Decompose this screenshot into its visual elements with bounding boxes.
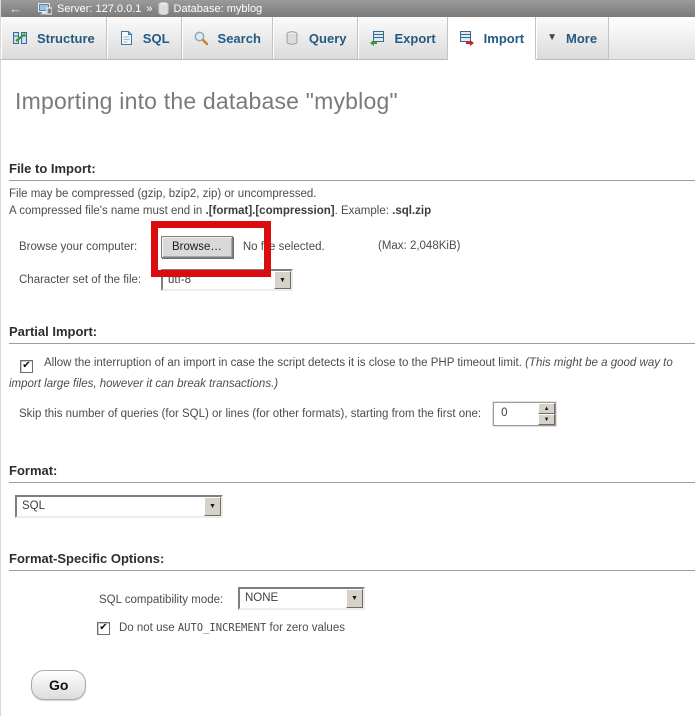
interrupt-label: Allow the interruption of an import in c…	[44, 357, 522, 369]
sql-compatibility-row: SQL compatibility mode: NONE ▼	[99, 587, 365, 610]
section-title-format: Format:	[9, 463, 695, 483]
charset-label: Character set of the file:	[19, 274, 161, 286]
chevron-down-icon: ▼	[547, 33, 557, 43]
section-title-format-specific-options: Format-Specific Options:	[9, 551, 695, 571]
breadcrumb-database-label: Database: myblog	[174, 3, 263, 15]
tab-search[interactable]: Search	[182, 17, 273, 60]
interrupt-checkbox[interactable]: ✔	[20, 360, 33, 373]
tab-label: Import	[484, 31, 524, 46]
tab-import[interactable]: Import	[448, 17, 536, 60]
query-icon	[284, 30, 300, 46]
phpmyadmin-import-page: ← Server: 127.0.0.1 » Database: myblog S…	[0, 0, 695, 716]
format-select[interactable]: SQL ▼	[15, 495, 223, 518]
skip-queries-row: Skip this number of queries (for SQL) or…	[19, 402, 556, 426]
structure-icon	[12, 30, 28, 46]
browse-label: Browse your computer:	[19, 241, 161, 253]
help-line2-mid: . Example:	[335, 205, 393, 217]
tab-export[interactable]: Export	[358, 17, 447, 60]
tab-label: Structure	[37, 31, 95, 46]
breadcrumb-database[interactable]: Database: myblog	[158, 2, 263, 15]
tab-sql[interactable]: SQL	[107, 17, 182, 60]
no-file-selected-text: No file selected.	[243, 241, 325, 253]
breadcrumb: ← Server: 127.0.0.1 » Database: myblog	[1, 0, 695, 17]
compat-selected-value: NONE	[240, 589, 278, 608]
skip-value: 0	[494, 403, 538, 425]
breadcrumb-separator: »	[146, 3, 152, 15]
search-icon	[193, 30, 209, 46]
server-icon	[38, 2, 52, 15]
tab-query[interactable]: Query	[273, 17, 359, 60]
browse-button[interactable]: Browse…	[161, 236, 233, 258]
auto-increment-label: Do not use AUTO_INCREMENT for zero value…	[119, 622, 345, 634]
tab-more[interactable]: ▼ More	[536, 17, 609, 60]
charset-select[interactable]: utf-8 ▼	[161, 269, 293, 291]
tab-label: SQL	[143, 31, 170, 46]
spinner-buttons: ▲ ▼	[538, 403, 555, 425]
compat-label: SQL compatibility mode:	[99, 591, 238, 606]
auto-increment-label-suffix: for zero values	[266, 622, 345, 634]
format-selected-value: SQL	[17, 497, 45, 516]
database-icon	[158, 2, 169, 15]
file-import-help-text: File may be compressed (gzip, bzip2, zip…	[9, 186, 431, 220]
section-title-partial-import: Partial Import:	[9, 324, 695, 344]
help-line1: File may be compressed (gzip, bzip2, zip…	[9, 188, 316, 200]
auto-increment-code: AUTO_INCREMENT	[178, 622, 267, 634]
page-title: Importing into the database "myblog"	[15, 88, 398, 115]
tab-label: Export	[394, 31, 435, 46]
select-arrow-icon[interactable]: ▼	[274, 271, 291, 289]
tab-structure[interactable]: Structure	[1, 17, 107, 60]
auto-increment-checkbox[interactable]: ✔	[97, 622, 110, 635]
tab-label: Query	[309, 31, 347, 46]
interrupt-option: ✔ Allow the interruption of an import in …	[9, 353, 685, 395]
auto-increment-label-prefix: Do not use	[119, 622, 178, 634]
export-icon	[369, 30, 385, 46]
help-line2-prefix: A compressed file's name must end in	[9, 205, 206, 217]
max-size-note: (Max: 2,048KiB)	[378, 240, 460, 252]
breadcrumb-server[interactable]: Server: 127.0.0.1	[38, 2, 141, 15]
charset-selected-value: utf-8	[163, 271, 191, 289]
help-format-pattern: .[format].[compression]	[206, 205, 335, 217]
browse-row: Browse your computer: Browse… No file se…	[19, 233, 325, 261]
tab-bar-filler	[609, 17, 695, 60]
auto-increment-row: ✔ Do not use AUTO_INCREMENT for zero val…	[97, 620, 345, 636]
spin-down-button[interactable]: ▼	[538, 414, 555, 425]
sql-icon	[118, 30, 134, 46]
tab-label: More	[566, 31, 597, 46]
breadcrumb-server-label: Server: 127.0.0.1	[57, 3, 141, 15]
select-arrow-icon[interactable]: ▼	[204, 497, 221, 516]
tab-bar: Structure SQL Search Query Export	[1, 17, 695, 60]
charset-row: Character set of the file: utf-8 ▼	[19, 269, 293, 291]
section-title-file-to-import: File to Import:	[9, 161, 695, 181]
help-example: .sql.zip	[392, 205, 431, 217]
skip-label: Skip this number of queries (for SQL) or…	[19, 408, 481, 420]
compat-select[interactable]: NONE ▼	[238, 587, 365, 610]
tab-label: Search	[218, 31, 261, 46]
skip-number-input[interactable]: 0 ▲ ▼	[493, 402, 556, 426]
select-arrow-icon[interactable]: ▼	[346, 589, 363, 608]
import-icon	[459, 30, 475, 46]
back-arrow-icon[interactable]: ←	[9, 2, 22, 15]
go-button[interactable]: Go	[31, 670, 86, 700]
spin-up-button[interactable]: ▲	[538, 403, 555, 414]
